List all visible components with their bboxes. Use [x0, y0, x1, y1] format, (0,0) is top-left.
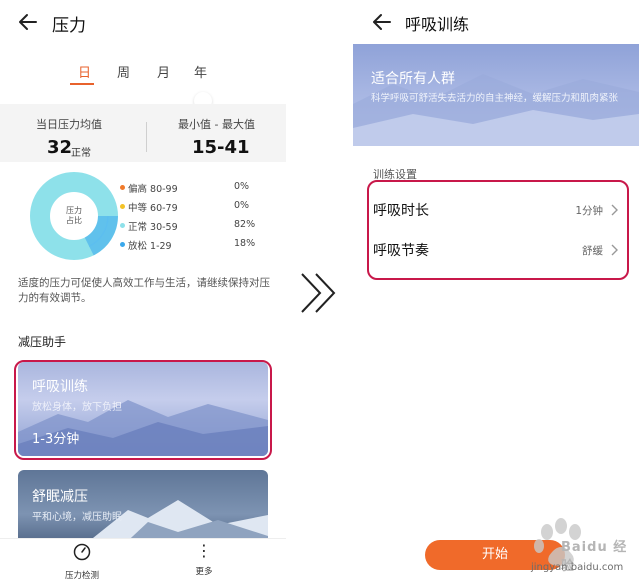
back-arrow-icon[interactable] [370, 10, 394, 34]
nav-stress-check[interactable]: 压力检测 [60, 543, 104, 581]
tab-week[interactable]: 周 [117, 62, 130, 81]
legend-row: 放松 1-29 18% [118, 238, 268, 257]
more-icon: ⋮ [196, 541, 212, 560]
double-chevron-right-icon [301, 273, 336, 313]
donut-relaxed-segment [84, 215, 118, 256]
tab-indicator [70, 83, 94, 85]
gauge-icon [73, 543, 91, 561]
legend-name: 偏高 80-99 [128, 184, 178, 195]
nav-label: 压力检测 [64, 571, 99, 581]
stress-screen: 压力 日 周 月 年 当日压力均值 32 正常 最小值 - 最大值 15-41 … [0, 0, 286, 583]
divider [146, 122, 147, 152]
legend-row: 中等 60-79 0% [118, 200, 268, 219]
legend-pct: 82% [234, 219, 256, 230]
stress-legend: 偏高 80-99 0% 中等 60-79 0% 正常 30-59 82% 放松 … [118, 181, 268, 257]
top-bar: 压力 [0, 0, 286, 46]
banner-subtitle: 科学呼吸可舒活失去活力的自主神经，缓解压力和肌肉紧张 [371, 93, 619, 104]
intro-banner: 适合所有人群 科学呼吸可舒活失去活力的自主神经，缓解压力和肌肉紧张 [353, 44, 639, 146]
legend-row: 偏高 80-99 0% [118, 181, 268, 200]
range-label: 最小值 - 最大值 [178, 118, 255, 131]
bottom-nav: 压力检测 ⋮ 更多 [0, 538, 286, 583]
back-arrow-icon[interactable] [16, 10, 40, 34]
card-title: 舒眠减压 [32, 489, 88, 505]
high-dot-icon [120, 185, 125, 190]
page-title: 呼吸训练 [405, 15, 470, 34]
normal-dot-icon [120, 223, 125, 228]
highlight-box [367, 180, 629, 280]
legend-row: 正常 30-59 82% [118, 219, 268, 238]
tab-month[interactable]: 月 [157, 62, 170, 81]
relaxed-dot-icon [120, 242, 125, 247]
tab-day[interactable]: 日 [78, 62, 91, 81]
page-title: 压力 [52, 16, 86, 36]
medium-dot-icon [120, 204, 125, 209]
banner-title: 适合所有人群 [371, 71, 455, 87]
legend-name: 正常 30-59 [128, 222, 178, 233]
average-value: 32 [47, 137, 73, 158]
watermark-url: jingyan.baidu.com [531, 562, 624, 573]
average-label: 当日压力均值 [36, 118, 102, 131]
breathing-training-screen: 呼吸训练 适合所有人群 科学呼吸可舒活失去活力的自主神经，缓解压力和肌肉紧张 训… [353, 0, 639, 583]
tab-year[interactable]: 年 [194, 62, 207, 81]
legend-pct: 0% [234, 200, 250, 211]
stress-description: 适度的压力可促使人高效工作与生活，请继续保持对压力的有效调节。 [18, 277, 270, 304]
section-title: 减压助手 [18, 335, 67, 349]
legend-pct: 0% [234, 181, 250, 192]
legend-name: 放松 1-29 [128, 241, 172, 252]
range-value: 15-41 [192, 137, 250, 158]
donut-center-label: 压力 占比 [66, 206, 82, 225]
nav-label: 更多 [195, 567, 213, 577]
legend-name: 中等 60-79 [128, 203, 178, 214]
nav-more[interactable]: ⋮ 更多 [186, 541, 222, 578]
average-level: 正常 [71, 148, 91, 159]
highlight-box [14, 360, 272, 460]
legend-pct: 18% [234, 238, 256, 249]
stress-stats: 当日压力均值 32 正常 最小值 - 最大值 15-41 [0, 104, 286, 162]
card-subtitle: 平和心境，减压助眠 [32, 512, 122, 523]
